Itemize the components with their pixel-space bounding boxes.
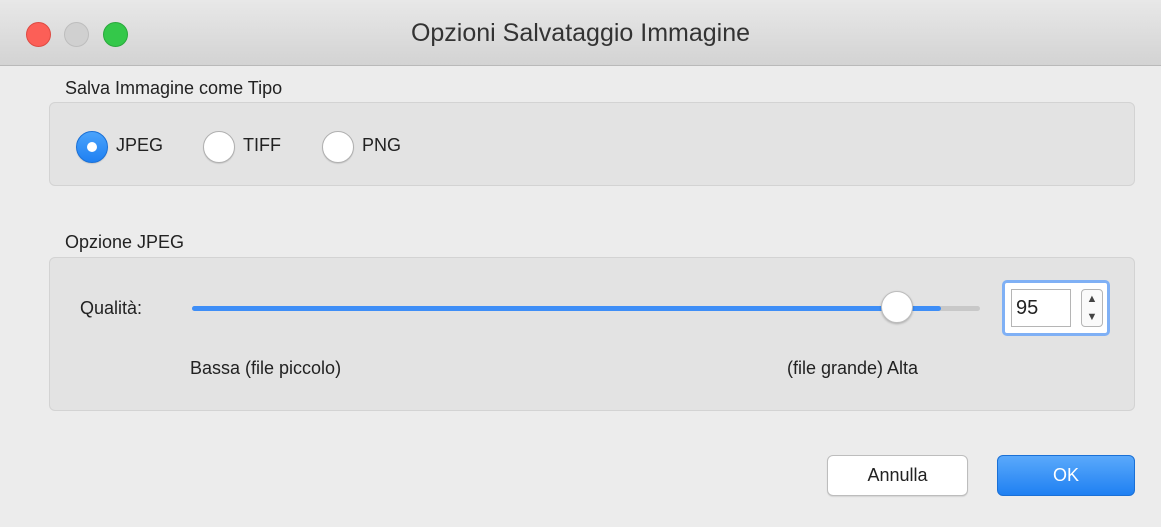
quality-stepper: ▲ ▼	[1002, 280, 1110, 336]
stepper-down-icon[interactable]: ▼	[1082, 308, 1102, 326]
quality-low-label: Bassa (file piccolo)	[190, 358, 342, 378]
quality-slider-track[interactable]	[192, 306, 980, 311]
radio-tiff-label[interactable]: TIFF	[243, 135, 281, 156]
quality-input[interactable]	[1011, 289, 1071, 327]
radio-png-label[interactable]: PNG	[362, 135, 401, 156]
quality-high-label: (file grande) Alta	[787, 358, 919, 378]
quality-slider-fill	[192, 306, 941, 311]
window-title: Opzioni Salvataggio Immagine	[410, 19, 751, 47]
jpeg-options-group	[49, 257, 1135, 411]
quality-slider-knob[interactable]	[881, 291, 913, 323]
save-type-label: Salva Immagine come Tipo	[65, 78, 283, 98]
quality-stepper-arrows[interactable]: ▲ ▼	[1081, 289, 1103, 327]
save-image-options-dialog: Opzioni Salvataggio Immagine Salva Immag…	[0, 0, 1161, 527]
radio-tiff[interactable]	[203, 131, 235, 163]
radio-selected-dot	[87, 142, 97, 152]
radio-jpeg-label[interactable]: JPEG	[116, 135, 163, 156]
jpeg-options-label: Opzione JPEG	[65, 232, 185, 252]
quality-label: Qualità:	[80, 298, 143, 318]
cancel-button[interactable]: Annulla	[827, 455, 968, 496]
ok-button[interactable]: OK	[997, 455, 1135, 496]
title-bar: Opzioni Salvataggio Immagine	[0, 0, 1161, 66]
stepper-up-icon[interactable]: ▲	[1082, 290, 1102, 308]
radio-jpeg[interactable]	[76, 131, 108, 163]
radio-png[interactable]	[322, 131, 354, 163]
